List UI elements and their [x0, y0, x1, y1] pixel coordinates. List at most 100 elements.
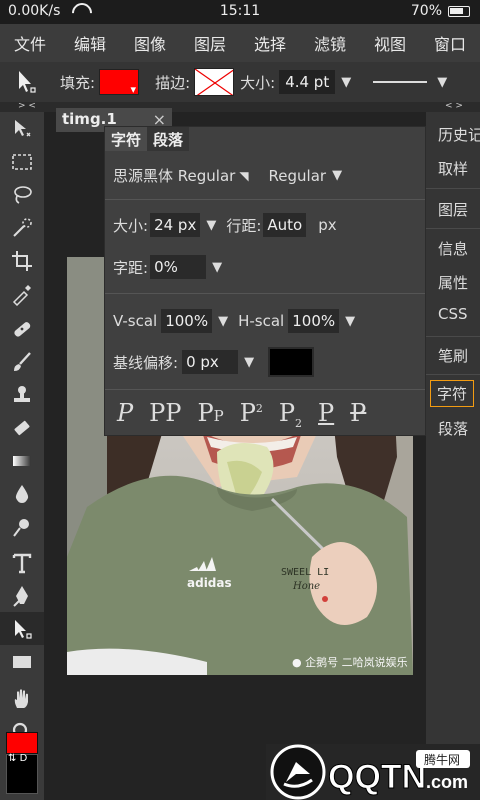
underline-button[interactable]: P	[318, 399, 334, 430]
all-caps-button[interactable]: PP	[149, 399, 181, 430]
baseline-shift-dropdown-icon[interactable]: ▼	[244, 355, 254, 370]
gradient-icon	[13, 455, 31, 466]
panel-divider	[426, 374, 480, 375]
tab-character[interactable]: 字符	[105, 127, 148, 151]
size-row: 大小: 24 px ▼ 行距: Auto px	[113, 213, 337, 237]
baseline-shift-label: 基线偏移:	[113, 353, 179, 372]
faux-italic-button[interactable]: P	[117, 399, 133, 430]
panel-layers[interactable]: 图层	[438, 199, 468, 220]
vertical-scale-field[interactable]: 100%	[161, 309, 213, 333]
panel-character[interactable]: 字符	[430, 380, 475, 407]
menu-view[interactable]: 视图	[360, 31, 420, 55]
menu-edit[interactable]: 编辑	[60, 31, 120, 55]
blur-tool[interactable]	[0, 477, 44, 510]
path-select-tool[interactable]	[0, 612, 44, 645]
lasso-tool[interactable]	[0, 178, 44, 211]
stroke-size-field[interactable]: 4.4 pt	[279, 70, 336, 94]
font-size-dropdown-icon[interactable]: ▼	[206, 218, 216, 233]
panel-history[interactable]: 历史记录	[438, 124, 480, 145]
dodge-tool[interactable]	[0, 510, 44, 543]
brush-tool[interactable]	[0, 345, 44, 378]
tracking-field[interactable]: 0%	[150, 255, 207, 279]
fill-color-swatch[interactable]	[99, 69, 140, 96]
horizontal-scale-field[interactable]: 100%	[288, 309, 340, 333]
rectangle-icon	[13, 655, 31, 668]
drop-icon	[15, 484, 29, 503]
font-row: 思源黑体 Regular ◥ Regular ▼	[113, 165, 342, 186]
marquee-tool[interactable]	[0, 145, 44, 178]
stamp-tool[interactable]	[0, 378, 44, 411]
move-tool[interactable]	[0, 112, 44, 145]
font-style-select[interactable]: Regular	[269, 167, 327, 185]
text-color-swatch[interactable]	[268, 347, 315, 377]
menu-window[interactable]: 窗口	[420, 31, 480, 55]
qqtn-logo: QQTN .com 腾牛网	[266, 744, 480, 800]
hand-tool[interactable]	[0, 682, 44, 715]
brush-icon	[14, 351, 31, 371]
tracking-dropdown-icon[interactable]: ▼	[212, 260, 222, 275]
tab-paragraph[interactable]: 段落	[147, 127, 190, 151]
panel-paragraph[interactable]: 段落	[438, 418, 468, 439]
direct-select-tool-icon[interactable]	[12, 67, 42, 97]
leading-field[interactable]: Auto	[263, 213, 307, 237]
stroke-style-sample[interactable]	[373, 81, 428, 83]
font-size-field[interactable]: 24 px	[150, 213, 201, 237]
vertical-scale-dropdown-icon[interactable]: ▼	[218, 314, 228, 329]
stroke-style-dropdown-icon[interactable]: ▼	[437, 75, 447, 90]
strikethrough-button[interactable]: P	[350, 399, 366, 430]
font-family-select[interactable]: 思源黑体 Regular	[113, 165, 235, 186]
status-bar: 0.00K/s 15:11 70%	[0, 0, 480, 24]
battery-icon	[448, 5, 470, 17]
type-tool[interactable]	[0, 546, 44, 579]
panel-brushes[interactable]: 笔刷	[438, 345, 468, 366]
eraser-tool[interactable]	[0, 411, 44, 444]
photo-watermark: ● 企鹅号 二哈岚说娱乐	[292, 656, 408, 669]
quick-select-tool[interactable]	[0, 211, 44, 244]
stroke-none-swatch[interactable]	[194, 68, 235, 96]
stroke-label: 描边:	[155, 73, 191, 92]
tracking-row: 字距: 0% ▼	[113, 255, 222, 279]
small-caps-button[interactable]: PP	[197, 399, 223, 430]
panel-properties[interactable]: 属性	[438, 272, 468, 293]
panel-separator	[105, 389, 425, 390]
leading-label: 行距:	[226, 216, 262, 235]
swap-default-colors-icon[interactable]: ⇅ D	[8, 753, 27, 764]
size-label: 大小:	[240, 73, 276, 92]
crop-icon	[12, 250, 32, 271]
panel-swatches[interactable]: 取样	[438, 158, 468, 179]
menu-layer[interactable]: 图层	[180, 31, 240, 55]
healing-tool[interactable]	[0, 312, 44, 345]
horizontal-scale-dropdown-icon[interactable]: ▼	[345, 314, 355, 329]
panel-info[interactable]: 信息	[438, 238, 468, 259]
size-dropdown-icon[interactable]: ▼	[341, 75, 351, 90]
menu-select[interactable]: 选择	[240, 31, 300, 55]
character-panel-tabs: 字符 段落	[105, 127, 190, 151]
left-collapse-button[interactable]: > <	[18, 101, 36, 111]
crop-tool[interactable]	[0, 244, 44, 277]
subscript-button[interactable]: P2	[279, 399, 302, 430]
menu-image[interactable]: 图像	[120, 31, 180, 55]
quick-select-icon	[13, 217, 32, 237]
leading-unit: px	[318, 216, 337, 234]
eyedropper-tool[interactable]	[0, 277, 44, 310]
menu-filter[interactable]: 滤镜	[300, 31, 360, 55]
font-size-label: 大小:	[113, 216, 149, 235]
font-style-dropdown-icon[interactable]: ▼	[332, 168, 342, 183]
font-family-dropdown-icon[interactable]: ◥	[239, 169, 248, 183]
logo-tagline: 腾牛网	[424, 752, 460, 767]
baseline-shift-field[interactable]: 0 px	[182, 350, 239, 374]
right-collapse-button[interactable]: < >	[445, 101, 463, 111]
shape-tool[interactable]	[0, 645, 44, 678]
vertical-scale-label: V-scal	[113, 312, 158, 330]
panel-divider	[426, 228, 480, 229]
foreground-color-swatch[interactable]	[6, 732, 38, 754]
gradient-tool[interactable]	[0, 444, 44, 477]
superscript-button[interactable]: P2	[240, 399, 263, 430]
fill-label: 填充:	[60, 73, 96, 92]
pen-tool[interactable]	[0, 579, 44, 612]
direct-select-icon	[15, 619, 32, 639]
panel-css[interactable]: CSS	[438, 305, 468, 323]
text-style-buttons: P PP PP P2 P2 P P	[117, 399, 366, 430]
logo-brand: QQTN	[328, 758, 426, 796]
menu-file[interactable]: 文件	[0, 31, 60, 55]
